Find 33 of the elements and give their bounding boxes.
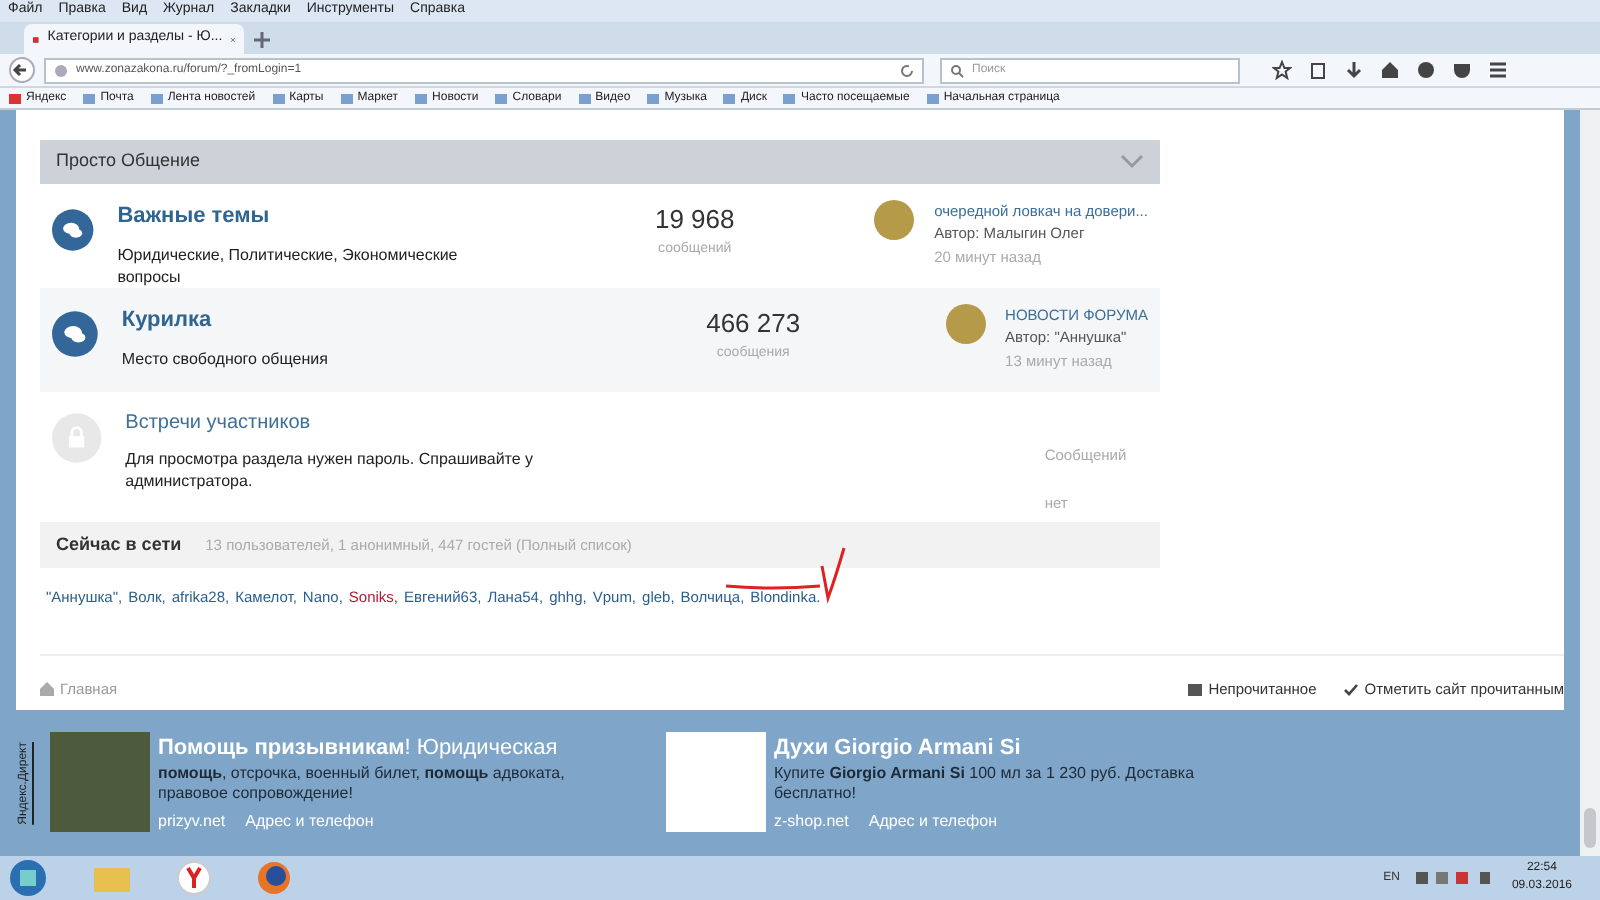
download-icon[interactable] — [1344, 60, 1364, 80]
ad-text: Купите Giorgio Armani Si 100 мл за 1 230 руб. Доставка бесплатно! — [774, 764, 1197, 805]
forum-title-link[interactable]: Курилка — [121, 304, 212, 337]
forum-title-link[interactable]: Важные темы — [117, 200, 270, 233]
forum-description: Место свободного общения — [121, 347, 330, 369]
home-icon[interactable] — [1380, 60, 1400, 80]
avatar — [874, 200, 915, 240]
ad-text: помощь, отсрочка, военный билет, помощь адвоката, правовое сопровождение! — [158, 764, 567, 805]
tray-icons-drawing — [1415, 870, 1496, 886]
start-button-icon[interactable] — [8, 858, 48, 898]
category-title: Просто Общение — [56, 148, 200, 175]
globe-icon — [54, 63, 68, 77]
search-icon — [950, 63, 964, 77]
forum-description: Юридические, Политические, Экономические вопросы — [117, 243, 460, 287]
scroll-thumb[interactable] — [1584, 808, 1596, 848]
forum-description: Для просмотра раздела нужен пароль. Спрашивайте у администратора. — [125, 448, 536, 492]
photo-placeholder — [666, 731, 766, 832]
avatar — [945, 304, 986, 344]
forum-title-link[interactable]: Встречи участников — [125, 408, 311, 438]
browser-y-icon[interactable] — [176, 860, 212, 896]
menu-icon[interactable] — [1488, 60, 1508, 80]
page-icon — [32, 31, 40, 47]
check-icon — [1344, 683, 1359, 696]
scrollbar[interactable] — [1580, 110, 1600, 856]
online-title: Сейчас в сети — [56, 531, 182, 558]
reload-icon[interactable] — [900, 63, 914, 77]
star-icon[interactable] — [1272, 60, 1292, 80]
post-count: 466 273 — [706, 306, 801, 342]
new-tab-icon[interactable] — [252, 30, 272, 50]
home-icon — [40, 682, 54, 697]
post-count: 19 968 — [654, 202, 735, 238]
back-icon[interactable] — [8, 56, 36, 84]
photo-placeholder — [50, 731, 150, 832]
